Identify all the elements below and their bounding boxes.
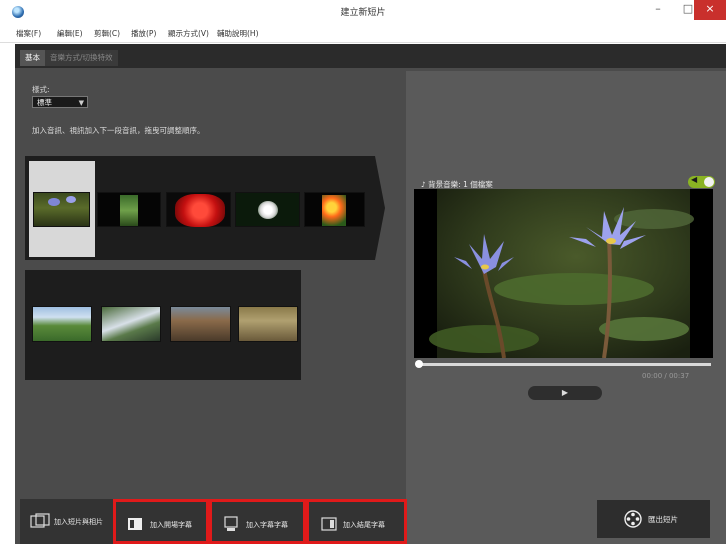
toggle-knob bbox=[704, 177, 714, 187]
clip-thumbnail-white-flower[interactable] bbox=[235, 192, 300, 227]
close-button[interactable]: × bbox=[694, 0, 726, 20]
add-clips-label: 加入短片與相片 bbox=[54, 518, 103, 526]
clip-thumbnail-house[interactable] bbox=[170, 306, 231, 342]
tab-basic[interactable]: 基本 bbox=[20, 50, 45, 66]
orange-flower-image bbox=[322, 195, 346, 226]
hint-text: 加入音訊、視訊加入下一段音訊，拖曳可調整順序。 bbox=[32, 126, 205, 135]
clip-thumbnail-animal[interactable] bbox=[238, 306, 298, 342]
opening-title-icon bbox=[128, 518, 142, 530]
export-movie-label: 匯出短片 bbox=[648, 515, 678, 524]
chevron-down-icon: ▼ bbox=[78, 99, 84, 107]
clip-thumbnail-orange-flowers[interactable] bbox=[304, 192, 365, 227]
title-bar: 建立新短片 – □ × bbox=[0, 0, 726, 24]
menu-help[interactable]: 輔助說明(H) bbox=[217, 28, 259, 39]
subtitle-icon bbox=[224, 516, 238, 531]
background-music-toggle[interactable]: ◀ bbox=[688, 175, 715, 188]
add-opening-title-button[interactable]: 加入開場字幕 bbox=[113, 499, 209, 544]
menu-edit[interactable]: 編輯(E) bbox=[57, 28, 83, 39]
menu-play[interactable]: 播放(P) bbox=[131, 28, 156, 39]
tab-transitions[interactable]: 音樂方式/切換特效 bbox=[45, 50, 118, 66]
menu-file[interactable]: 檔案(F) bbox=[16, 28, 41, 39]
add-media-icon bbox=[30, 513, 50, 528]
seek-handle[interactable] bbox=[415, 360, 423, 368]
ending-title-icon bbox=[321, 517, 337, 531]
menu-clip[interactable]: 剪輯(C) bbox=[94, 28, 120, 39]
white-flower-image bbox=[258, 201, 278, 219]
add-ending-title-label: 加入結尾字幕 bbox=[343, 521, 385, 529]
rose-image bbox=[175, 194, 225, 227]
film-reel-icon bbox=[624, 510, 642, 528]
clip-thumbnail-waterfall[interactable] bbox=[101, 306, 161, 342]
arrow-left-icon: ◀ bbox=[691, 175, 698, 184]
clip-thumbnail-landscape[interactable] bbox=[32, 306, 92, 342]
seek-bar[interactable] bbox=[415, 360, 711, 368]
add-subtitle-label: 加入字幕字幕 bbox=[246, 521, 288, 529]
window-title: 建立新短片 bbox=[340, 8, 386, 18]
video-preview bbox=[414, 189, 713, 358]
add-opening-title-label: 加入開場字幕 bbox=[150, 521, 192, 529]
clip-thumbnail-water-lily[interactable] bbox=[33, 192, 90, 227]
add-ending-title-button[interactable]: 加入結尾字幕 bbox=[306, 499, 407, 544]
clip-thumbnail-plant[interactable] bbox=[97, 192, 161, 227]
flower-icon bbox=[66, 196, 76, 203]
play-button[interactable]: ▶ bbox=[528, 386, 602, 400]
style-select-value: 標準 bbox=[37, 98, 52, 107]
style-label: 樣式: bbox=[32, 85, 50, 94]
water-lily-preview-image bbox=[429, 189, 694, 358]
flower-icon bbox=[48, 198, 60, 206]
clip-thumbnail-red-rose[interactable] bbox=[166, 192, 231, 227]
menu-view[interactable]: 顯示方式(V) bbox=[168, 28, 209, 39]
menu-bar: 檔案(F) 編輯(E) 剪輯(C) 播放(P) 顯示方式(V) 輔助說明(H) bbox=[0, 24, 726, 43]
add-subtitle-button[interactable]: 加入字幕字幕 bbox=[209, 499, 306, 544]
add-clips-button[interactable]: 加入短片與相片 bbox=[20, 499, 113, 544]
timecode: 00:00 / 00:37 bbox=[642, 372, 690, 380]
export-movie-button[interactable]: 匯出短片 bbox=[597, 500, 710, 538]
tab-strip: 基本 音樂方式/切換特效 bbox=[15, 44, 726, 68]
minimize-button[interactable]: – bbox=[644, 0, 672, 20]
plant-image bbox=[120, 195, 138, 226]
row-arrow bbox=[375, 156, 385, 260]
play-icon: ▶ bbox=[561, 388, 569, 397]
editor-workspace: 基本 音樂方式/切換特效 樣式: 標準 ▼ 加入音訊、視訊加入下一段音訊，拖曳可… bbox=[15, 44, 726, 544]
style-select[interactable]: 標準 ▼ bbox=[32, 96, 88, 108]
